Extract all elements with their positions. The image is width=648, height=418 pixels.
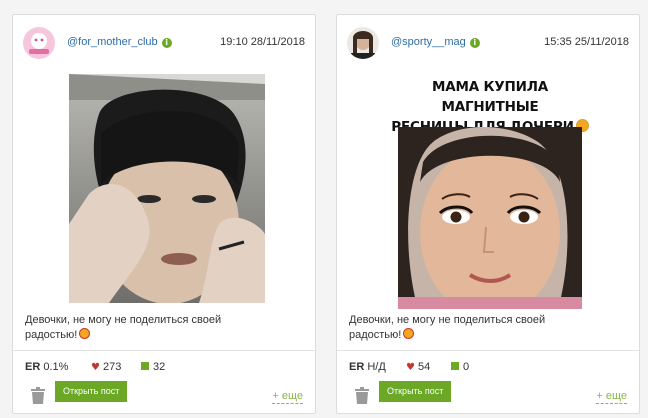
er-stat: ER Н/Д <box>349 361 386 373</box>
comments-stat: 32 <box>141 361 165 373</box>
caption-text: Девочки, не могу не поделиться своей рад… <box>25 314 222 341</box>
er-label: ER <box>25 361 41 373</box>
heart-icon: ♥ <box>91 362 100 373</box>
verified-badge-icon: i <box>161 38 172 48</box>
likes-stat: ♥ 54 <box>406 361 430 373</box>
avatar[interactable] <box>23 27 55 59</box>
heart-eyes-emoji-icon <box>403 328 415 339</box>
comments-count: 0 <box>463 361 470 373</box>
author-name[interactable]: @sporty__mag <box>391 36 466 48</box>
post-header: @sporty__mag i 15:35 25/11/2018 <box>347 27 629 61</box>
more-link[interactable]: + еще <box>272 391 303 404</box>
post-image[interactable] <box>69 74 265 303</box>
post-caption: Девочки, не могу не поделиться своей рад… <box>25 313 275 343</box>
open-post-button[interactable]: Открыть пост <box>379 381 452 402</box>
er-label: ER <box>349 361 365 373</box>
likes-count: 54 <box>417 361 431 373</box>
er-value: Н/Д <box>367 361 386 373</box>
more-link[interactable]: + еще <box>596 391 627 404</box>
author-name[interactable]: @for_mother_club <box>67 36 158 48</box>
post-header: @for_mother_club i 19:10 28/11/2018 <box>23 27 305 61</box>
author-link[interactable]: @for_mother_club i <box>67 36 172 48</box>
heart-eyes-emoji-icon <box>79 328 91 339</box>
er-stat: ER 0.1% <box>25 361 68 373</box>
post-datetime: 15:35 25/11/2018 <box>544 36 629 48</box>
divider <box>13 350 315 351</box>
comments-stat: 0 <box>451 361 469 373</box>
trash-icon[interactable] <box>31 387 45 404</box>
post-card: @sporty__mag i 15:35 25/11/2018 МАМА КУПИ… <box>336 14 640 414</box>
post-caption: Девочки, не могу не поделиться своей рад… <box>349 313 599 343</box>
caption-text: Девочки, не могу не поделиться своей рад… <box>349 314 546 341</box>
comment-icon <box>141 362 149 370</box>
post-card: @for_mother_club i 19:10 28/11/2018 Дево… <box>12 14 316 414</box>
verified-badge-icon: i <box>469 38 480 48</box>
heart-icon: ♥ <box>406 362 415 373</box>
divider <box>337 350 639 351</box>
avatar[interactable] <box>347 27 379 59</box>
comments-count: 32 <box>153 361 166 373</box>
er-value: 0.1% <box>43 361 69 373</box>
post-datetime: 19:10 28/11/2018 <box>220 36 305 48</box>
author-link[interactable]: @sporty__mag i <box>391 36 480 48</box>
post-image[interactable]: МАМА КУПИЛА МАГНИТНЫЕ РЕСНИЦЫ ДЛЯ ДОЧЕРИ <box>385 75 595 309</box>
meme-line-1: МАМА КУПИЛА МАГНИТНЫЕ <box>432 79 548 115</box>
likes-count: 273 <box>102 361 122 373</box>
comment-icon <box>451 362 459 370</box>
likes-stat: ♥ 273 <box>91 361 121 373</box>
trash-icon[interactable] <box>355 387 369 404</box>
open-post-button[interactable]: Открыть пост <box>55 381 128 402</box>
